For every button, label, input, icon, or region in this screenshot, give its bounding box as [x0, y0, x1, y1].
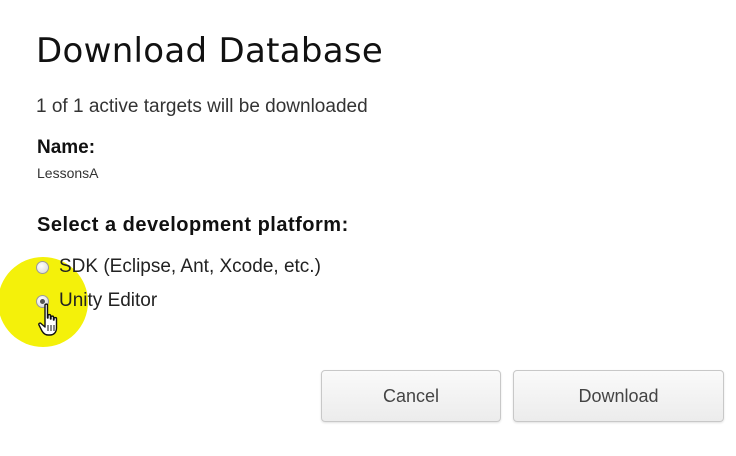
sdk-option-label: SDK (Eclipse, Ant, Xcode, etc.)	[59, 256, 321, 277]
name-label: Name:	[37, 137, 96, 158]
dialog-title: Download Database	[36, 31, 384, 71]
unity-option-label: Unity Editor	[59, 290, 158, 311]
platform-label: Select a development platform:	[37, 214, 349, 236]
cancel-button[interactable]: Cancel	[321, 370, 501, 422]
targets-summary: 1 of 1 active targets will be downloaded	[36, 96, 368, 117]
hand-pointer-icon	[38, 303, 58, 336]
download-database-dialog: Download Database 1 of 1 active targets …	[0, 0, 736, 456]
database-name-value: LessonsA	[37, 165, 99, 181]
download-button[interactable]: Download	[513, 370, 724, 422]
platform-option-sdk[interactable]: SDK (Eclipse, Ant, Xcode, etc.)	[36, 256, 321, 278]
sdk-radio-button[interactable]	[36, 260, 49, 274]
